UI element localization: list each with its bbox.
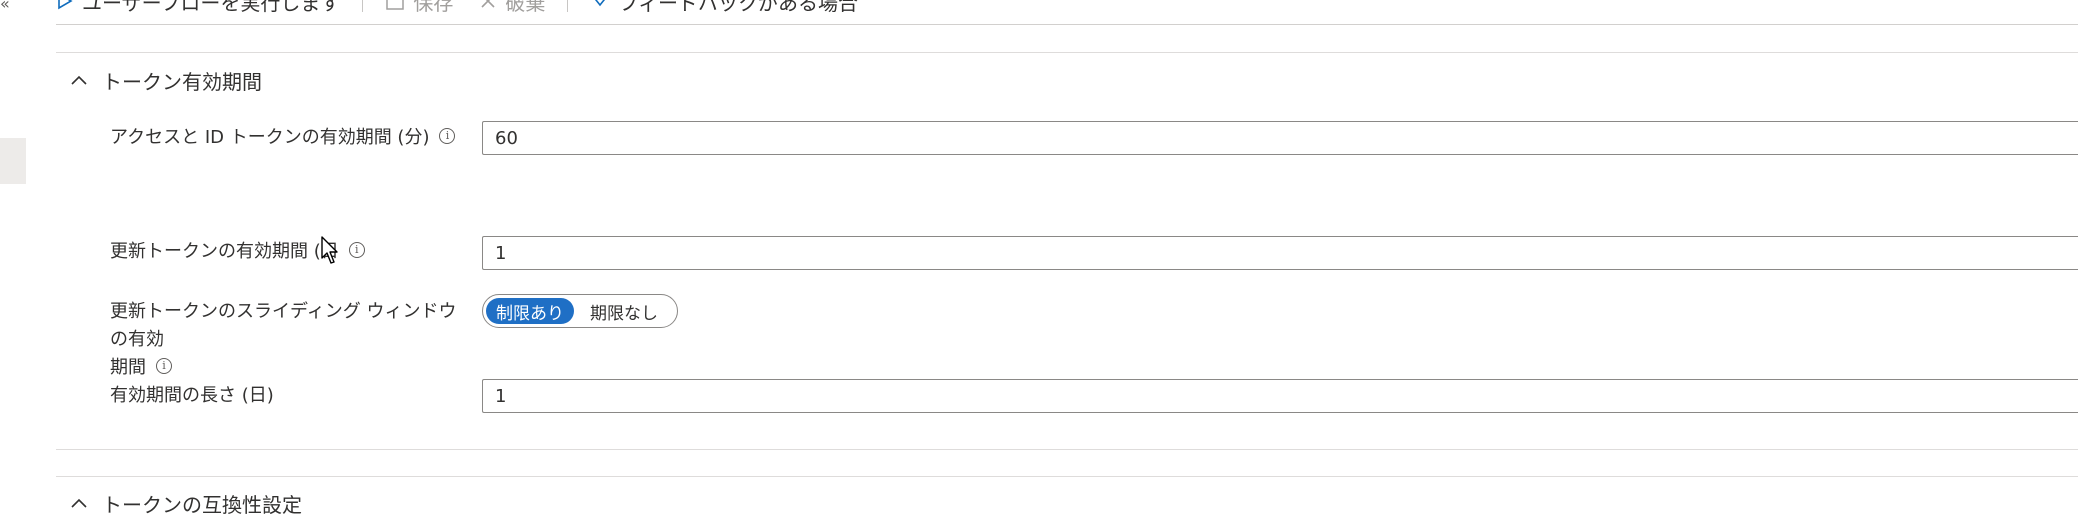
chevron-up-icon — [71, 75, 87, 85]
section-title: トークンの互換性設定 — [102, 492, 302, 517]
section-header-token-lifetime[interactable]: トークン有効期間 — [70, 63, 262, 97]
feedback-button[interactable]: フィードバックがある場合 — [590, 0, 858, 16]
lifetime-length-input[interactable] — [482, 379, 2078, 413]
chevron-up-icon — [71, 498, 87, 508]
sliding-window-label: 更新トークンのスライディング ウィンドウの有効 期間 i — [110, 301, 457, 378]
command-bar: ユーザーフローを実行します 保存 破棄 フィードバックがある場合 — [56, 0, 858, 16]
app-root: « ユーザーフローを実行します 保存 破棄 フィードバックがある場合 トークン有… — [0, 0, 2078, 528]
section-divider — [56, 52, 2078, 53]
sidebar-selected-item[interactable] — [0, 138, 26, 184]
save-icon — [386, 0, 405, 10]
lifetime-length-label: 有効期間の長さ (日) — [110, 385, 274, 406]
mouse-cursor-icon — [321, 236, 338, 264]
info-icon[interactable]: i — [156, 358, 172, 374]
info-icon[interactable]: i — [348, 242, 365, 258]
option-limited[interactable]: 制限あり — [486, 298, 574, 324]
run-user-flow-label: ユーザーフローを実行します — [82, 0, 341, 15]
section-divider — [56, 476, 2078, 477]
access-id-lifetime-label: アクセスと ID トークンの有効期間 (分) i — [110, 124, 456, 152]
save-label: 保存 — [413, 0, 454, 15]
collapse-sidebar-icon[interactable]: « — [0, 0, 18, 14]
sliding-window-toggle[interactable]: 制限あり 期限なし — [482, 294, 678, 328]
section-title: トークン有効期間 — [102, 69, 262, 94]
toolbar-divider — [56, 24, 2078, 25]
close-icon — [481, 0, 495, 8]
section-header-token-compat[interactable]: トークンの互換性設定 — [70, 486, 302, 520]
toolbar-separator — [362, 0, 364, 12]
info-icon[interactable]: i — [439, 128, 456, 144]
option-no-expiry[interactable]: 期限なし — [580, 298, 668, 324]
heart-icon — [595, 0, 606, 7]
feedback-label: フィードバックがある場合 — [618, 0, 859, 15]
toolbar-separator — [567, 0, 569, 12]
section-divider — [56, 449, 2078, 450]
save-button[interactable]: 保存 — [385, 0, 453, 16]
discard-button[interactable]: 破棄 — [479, 0, 545, 16]
access-id-lifetime-input[interactable] — [482, 121, 2078, 155]
run-user-flow-button[interactable]: ユーザーフローを実行します — [56, 0, 340, 16]
refresh-lifetime-input[interactable] — [482, 236, 2078, 270]
discard-label: 破棄 — [505, 0, 546, 15]
play-icon — [58, 0, 73, 10]
